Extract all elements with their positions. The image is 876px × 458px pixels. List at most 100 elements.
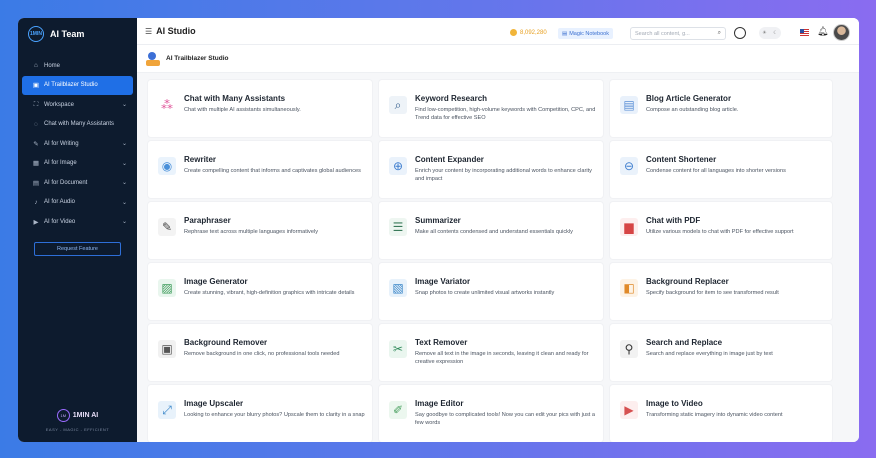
sidebar-item-ai-for-video[interactable]: ▶ AI for Video ⌄ [18, 212, 137, 232]
search-input[interactable]: Search all content, g... ⌕ [630, 27, 726, 40]
chevron-down-icon[interactable]: ⌄ [122, 199, 127, 206]
request-feature-button[interactable]: Request Feature [34, 241, 121, 256]
tool-card-body: Content Shortener Condense content for al… [646, 155, 786, 198]
sidebar-item-label: AI for Video [44, 218, 76, 225]
menu-icon[interactable]: ☰ [145, 27, 152, 36]
sidebar-item-workspace[interactable]: ⛶ Workspace ⌄ [18, 95, 137, 115]
sidebar-item-ai-for-audio[interactable]: ♪ AI for Audio ⌄ [18, 193, 137, 213]
chevron-down-icon[interactable]: ⌄ [122, 218, 127, 225]
sidebar-item-ai-for-image[interactable]: ▦ AI for Image ⌄ [18, 154, 137, 174]
tool-card-search-and-replace[interactable]: ⚲ Search and Replace Search and replace ev… [610, 324, 832, 381]
paraphraser-icon: ✎ [158, 218, 176, 236]
tool-card-body: Background Replacer Specify background fo… [646, 277, 779, 320]
sidebar-item-ai-trailblazer-studio[interactable]: ▣ AI Trailblazer Studio [22, 75, 133, 95]
search-placeholder: Search all content, g... [635, 30, 690, 37]
tool-name: Image to Video [646, 399, 703, 408]
tool-card-keyword-research[interactable]: ⌕ Keyword Research Find low-competition, h… [379, 80, 603, 137]
tool-name: Summarizer [415, 216, 461, 225]
tool-description: Looking to enhance your blurry photos? U… [184, 412, 365, 418]
us-flag-icon[interactable] [800, 29, 809, 36]
magic-notebook-label: Magic Notebook [569, 30, 609, 37]
image-variator-icon: ▧ [389, 279, 407, 297]
tool-card-image-generator[interactable]: ▨ Image Generator Create stunning, vibrant… [148, 263, 372, 320]
tool-description: Remove background in one click, no profe… [184, 351, 340, 357]
tool-description: Chat with multiple AI assistants simulta… [184, 107, 301, 113]
tool-card-chat-with-pdf[interactable]: ▆ Chat with PDF Utilize various models to … [610, 202, 832, 259]
chevron-down-icon[interactable]: ⌄ [122, 101, 127, 108]
tool-card-blog-article-generator[interactable]: ▤ Blog Article Generator Compose an outsta… [610, 80, 832, 137]
tool-card-image-editor[interactable]: ✐ Image Editor Say goodbye to complicated … [379, 385, 603, 442]
chevron-down-icon[interactable]: ⌄ [122, 140, 127, 147]
tool-card-background-replacer[interactable]: ◧ Background Replacer Specify background f… [610, 263, 832, 320]
background-replacer-icon: ◧ [620, 279, 638, 297]
tool-card-body: Image to Video Transforming static imager… [646, 399, 783, 442]
tool-name: Text Remover [415, 338, 468, 347]
tool-name: Paraphraser [184, 216, 231, 225]
sidebar-item-ai-for-writing[interactable]: ✎ AI for Writing ⌄ [18, 134, 137, 154]
tool-description: Search and replace everything in image j… [646, 351, 773, 357]
tool-card-paraphraser[interactable]: ✎ Paraphraser Rephrase text across multipl… [148, 202, 372, 259]
sidebar-nav: ⌂ Home ▣ AI Trailblazer Studio ⛶ Workspace ⌄ ◌ C… [18, 56, 137, 232]
tool-card-chat-with-many-assistants[interactable]: ⁂ Chat with Many Assistants Chat with mult… [148, 80, 372, 137]
sidebar-item-home[interactable]: ⌂ Home [18, 56, 137, 76]
search-icon[interactable]: ⌕ [718, 30, 721, 37]
sidebar-item-label: AI for Document [44, 179, 88, 186]
tool-description: Find low-competition, high-volume keywor… [415, 107, 596, 122]
tool-card-rewriter[interactable]: ◉ Rewriter Create compelling content that … [148, 141, 372, 198]
tool-card-body: Background Remover Remove background in o… [184, 338, 339, 381]
tool-card-summarizer[interactable]: ☰ Summarizer Make all contents condensed a… [379, 202, 603, 259]
magic-notebook-button[interactable]: ▤ Magic Notebook [558, 28, 613, 39]
sidebar-item-label: AI for Image [44, 160, 77, 167]
tool-card-text-remover[interactable]: ✂ Text Remover Remove all text in the imag… [379, 324, 603, 381]
tool-card-image-to-video[interactable]: ▶ Image to Video Transforming static image… [610, 385, 832, 442]
tool-card-content-shortener[interactable]: ⊖ Content Shortener Condense content for a… [610, 141, 832, 198]
tool-name: Blog Article Generator [646, 94, 732, 103]
video-icon: ▶ [33, 218, 39, 226]
image-icon: ▦ [32, 160, 40, 168]
tool-card-background-remover[interactable]: ▣ Background Remover Remove background in … [148, 324, 372, 381]
tool-card-image-variator[interactable]: ▧ Image Variator Snap photos to create unl… [379, 263, 603, 320]
app-window: 1MIN AI Team ⌂ Home ▣ AI Trailblazer Studio… [18, 18, 859, 442]
avatar[interactable] [833, 24, 850, 41]
brand[interactable]: 1MIN AI Team [18, 18, 137, 50]
tool-description: Create compelling content that informs a… [184, 168, 361, 174]
sidebar-item-label: AI for Audio [44, 199, 76, 206]
tool-name: Chat with PDF [646, 216, 701, 225]
tool-card-body: Image Upscaler Looking to enhance your bl… [184, 399, 365, 442]
tool-card-body: Search and Replace Search and replace eve… [646, 338, 773, 381]
tool-card-content-expander[interactable]: ⊕ Content Expander Enrich your content by … [379, 141, 603, 198]
sidebar: 1MIN AI Team ⌂ Home ▣ AI Trailblazer Studio… [18, 18, 137, 442]
sidebar-item-ai-for-document[interactable]: ▤ AI for Document ⌄ [18, 173, 137, 193]
tool-card-image-upscaler[interactable]: ⤢ Image Upscaler Looking to enhance your b… [148, 385, 372, 442]
main-panel: ☰ AI Studio 8,092,280 ▤ Magic Notebook S… [137, 18, 859, 442]
tool-card-body: Blog Article Generator Compose an outstan… [646, 94, 738, 137]
image-editor-icon: ✐ [389, 401, 407, 419]
tool-card-body: Chat with PDF Utilize various models to c… [646, 216, 794, 259]
tool-card-body: Paraphraser Rephrase text across multiple… [184, 216, 318, 259]
search-replace-icon: ⚲ [620, 340, 638, 358]
tool-card-body: Summarizer Make all contents condensed an… [415, 216, 573, 259]
text-remover-icon: ✂ [389, 340, 407, 358]
image-generator-icon: ▨ [158, 279, 176, 297]
chat-bubble-icon[interactable] [734, 27, 746, 39]
brand-logo-icon: 1MIN [28, 26, 44, 42]
footer-brand: 1MIN AI [72, 412, 99, 419]
tool-description: Enrich your content by incorporating add… [415, 168, 592, 183]
tool-name: Rewriter [184, 155, 217, 164]
audio-icon: ♪ [34, 198, 38, 206]
tool-card-body: Chat with Many Assistants Chat with multi… [184, 94, 301, 137]
image-to-video-icon: ▶ [620, 401, 638, 419]
sidebar-item-chat-with-many-assistants[interactable]: ◌ Chat with Many Assistants [18, 115, 137, 135]
chevron-down-icon[interactable]: ⌄ [122, 160, 127, 167]
chevron-down-icon[interactable]: ⌄ [122, 179, 127, 186]
bell-icon[interactable]: 🔔︎ [817, 26, 828, 37]
pdf-icon: ▆ [620, 218, 638, 236]
tools-grid: ⁂ Chat with Many Assistants Chat with mult… [148, 80, 850, 442]
tool-name: Image Editor [415, 399, 464, 408]
credits-badge[interactable]: 8,092,280 [510, 29, 547, 36]
theme-toggle[interactable]: ☀ ☾ [759, 27, 781, 39]
tool-name: Search and Replace [646, 338, 723, 347]
sidebar-item-label: Home [44, 62, 61, 69]
sun-icon: ☀ [762, 30, 767, 36]
sidebar-item-label: AI Trailblazer Studio [44, 82, 98, 89]
